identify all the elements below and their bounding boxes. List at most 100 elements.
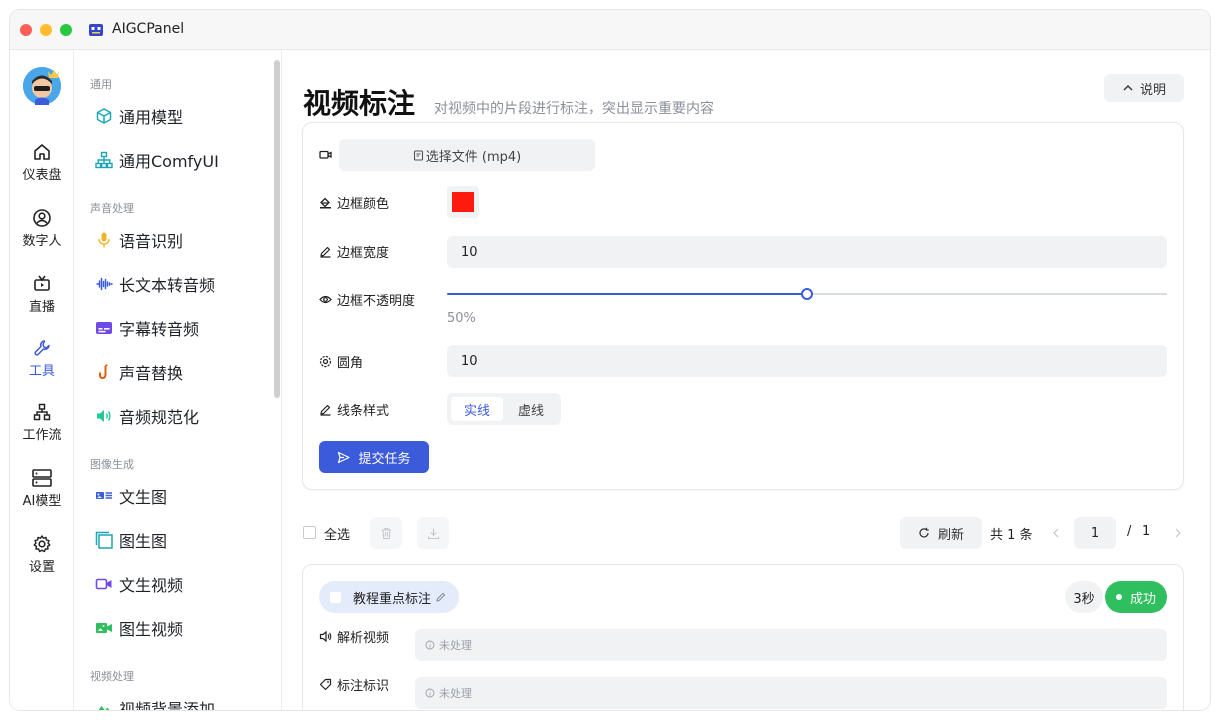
- workflow-icon: [33, 403, 51, 421]
- page-separator: /: [1127, 524, 1132, 539]
- sidebar-item-subtitle-audio[interactable]: 字幕转音频: [94, 314, 199, 342]
- gear-icon: [319, 355, 332, 368]
- sidebar-item-text-to-image[interactable]: 文生图: [94, 482, 167, 510]
- sidebar-item-audio-normalize[interactable]: 音频规范化: [94, 402, 199, 430]
- radius-input[interactable]: [447, 345, 1167, 377]
- chevron-up-icon: [1123, 85, 1133, 91]
- rail-item-live[interactable]: 直播: [10, 274, 74, 324]
- refresh-label: 刷新: [937, 527, 964, 543]
- select-all-checkbox[interactable]: [303, 526, 316, 539]
- prev-page-icon[interactable]: [1052, 528, 1060, 538]
- info-icon: [425, 640, 435, 650]
- opacity-slider-thumb[interactable]: [801, 288, 813, 300]
- gear-icon: [33, 535, 51, 553]
- rail-item-label: 工具: [28, 364, 55, 379]
- send-icon: [338, 451, 351, 463]
- video-image-icon: [96, 623, 112, 633]
- maximize-window-button[interactable]: [60, 24, 72, 36]
- select-file-button[interactable]: 选择文件 (mp4): [339, 139, 595, 171]
- sidebar-item-video-background[interactable]: 视频背景添加: [94, 694, 215, 710]
- help-button[interactable]: 说明: [1104, 74, 1184, 102]
- task-name: 教程重点标注: [353, 591, 432, 607]
- edit-icon[interactable]: [435, 591, 447, 603]
- border-color-label: 边框颜色: [319, 193, 389, 212]
- app-title: AIGCPanel: [112, 21, 185, 37]
- tag-icon: [319, 678, 332, 691]
- sidebar-item-text-to-video[interactable]: 文生视频: [94, 570, 183, 598]
- border-width-label: 边框宽度: [319, 242, 389, 261]
- rail-item-dashboard[interactable]: 仪表盘: [10, 142, 74, 192]
- next-page-icon[interactable]: [1174, 528, 1182, 538]
- rail-item-label: 设置: [28, 560, 55, 575]
- refresh-icon: [919, 527, 929, 538]
- close-window-button[interactable]: [20, 24, 32, 36]
- sidebar-item-label: 音频规范化: [119, 408, 200, 427]
- rail-item-digital-human[interactable]: 数字人: [10, 208, 74, 258]
- mountain-icon: [98, 706, 110, 710]
- task-card: 教程重点标注 3秒 成功 解析视频 未处理 标注标识 未处理: [302, 564, 1184, 710]
- task-name-tag[interactable]: 教程重点标注: [319, 581, 459, 613]
- status-label: 成功: [1129, 591, 1156, 607]
- rail-item-label: AI模型: [22, 494, 62, 509]
- group-title-general: 通用: [90, 78, 112, 91]
- sidebar-scrollbar[interactable]: [274, 60, 280, 398]
- group-title-image: 图像生成: [90, 458, 134, 471]
- sidebar-item-speech-recognition[interactable]: 语音识别: [94, 226, 183, 254]
- video-file-icon: [319, 150, 332, 159]
- rail-item-tools[interactable]: 工具: [10, 338, 74, 388]
- total-pages: 1: [1142, 524, 1151, 539]
- pencil-icon: [320, 246, 331, 258]
- nav-rail: 仪表盘 数字人 直播 工具 工作流 AI模型 设置: [10, 50, 74, 710]
- sidebar-item-label: 语音识别: [119, 232, 184, 251]
- status-dot-icon: [1115, 594, 1122, 600]
- border-color-picker[interactable]: [447, 186, 479, 218]
- minimize-window-button[interactable]: [40, 24, 52, 36]
- opacity-label-text: 边框不透明度: [337, 294, 416, 309]
- video-camera-icon: [95, 578, 112, 590]
- rail-item-ai-model[interactable]: AI模型: [10, 468, 74, 518]
- delete-selected-button[interactable]: [370, 517, 402, 549]
- sidebar-item-image-to-image[interactable]: 图生图: [94, 526, 167, 554]
- border-color-swatch: [452, 192, 474, 212]
- annotation-mark-value: 未处理: [415, 677, 1167, 709]
- file-label: [319, 148, 337, 161]
- sidebar-item-voice-replace[interactable]: 声音替换: [94, 358, 183, 386]
- file-icon: [413, 149, 423, 161]
- submit-task-button[interactable]: 提交任务: [319, 441, 429, 473]
- radius-label: 圆角: [319, 352, 363, 371]
- task-checkbox[interactable]: [330, 591, 341, 603]
- title-bar: AIGCPanel: [10, 10, 1210, 50]
- pencil-icon: [320, 404, 331, 416]
- parse-video-value: 未处理: [415, 629, 1167, 661]
- opacity-slider-fill: [447, 293, 807, 295]
- app-window: AIGCPanel 仪表盘 数字人 直播 工具 工作流 AI模型 设置 通用 通…: [10, 10, 1210, 710]
- home-icon: [34, 144, 50, 160]
- sidebar-item-label: 文生图: [119, 488, 168, 507]
- rail-item-workflow[interactable]: 工作流: [10, 402, 74, 452]
- sidebar-item-long-text-audio[interactable]: 长文本转音频: [94, 270, 215, 298]
- line-style-segmented: 实线 虚线: [447, 393, 561, 425]
- refresh-button[interactable]: 刷新: [900, 517, 982, 549]
- sidebar-item-comfyui[interactable]: 通用ComfyUI: [94, 146, 219, 174]
- line-style-solid-option[interactable]: 实线: [451, 397, 503, 421]
- rail-item-settings[interactable]: 设置: [10, 534, 74, 584]
- total-count: 共 1 条: [990, 528, 1033, 543]
- trash-icon: [381, 527, 391, 539]
- download-selected-button[interactable]: [417, 517, 449, 549]
- border-color-label-text: 边框颜色: [337, 197, 390, 212]
- cube-icon: [96, 108, 112, 124]
- eye-icon: [319, 295, 332, 304]
- border-width-label-text: 边框宽度: [337, 246, 390, 261]
- page-title: 视频标注: [303, 87, 416, 120]
- sidebar-item-image-to-video[interactable]: 图生视频: [94, 614, 183, 642]
- line-style-dashed-option[interactable]: 虚线: [505, 397, 557, 421]
- border-width-input[interactable]: [447, 236, 1167, 268]
- rail-item-label: 直播: [28, 300, 55, 315]
- avatar[interactable]: [23, 67, 61, 105]
- current-page-input[interactable]: 1: [1074, 517, 1116, 549]
- form-card: 选择文件 (mp4) 边框颜色 边框宽度 边框不透明度 50%: [302, 122, 1184, 490]
- user-circle-icon: [33, 209, 51, 227]
- radius-label-text: 圆角: [337, 356, 364, 371]
- sidebar-item-general-model[interactable]: 通用模型: [94, 102, 183, 130]
- microphone-icon: [98, 232, 110, 248]
